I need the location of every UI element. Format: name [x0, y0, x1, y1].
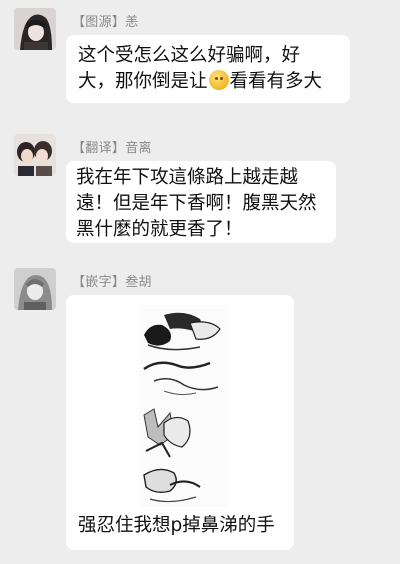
message-line: 黑什麼的就更香了！	[76, 219, 243, 240]
message-bubble[interactable]: 强忍住我想p掉鼻涕的手	[66, 295, 294, 550]
message-text: 看看有多大	[229, 71, 323, 92]
chat-window: 【图源】恙 这个受怎么这么好骗啊，好 大，那你倒是让 看看有多大 【翻译】音离 我…	[0, 0, 400, 564]
sticker-caption: 强忍住我想p掉鼻涕的手	[78, 515, 275, 536]
message-line-with-emoji: 大，那你倒是让 看看有多大	[78, 69, 338, 95]
sender-name: 【图源】恙	[72, 15, 139, 30]
manga-sticker-icon[interactable]	[140, 305, 228, 507]
sender-name: 【嵌字】叁胡	[72, 275, 152, 290]
sender-name: 【翻译】音离	[72, 141, 152, 156]
message-line: 我在年下攻這條路上越走越	[76, 167, 299, 188]
smiling-face-emoji-icon	[208, 70, 229, 90]
message-bubble[interactable]: 我在年下攻這條路上越走越 遠！但是年下香啊！腹黑天然 黑什麼的就更香了！	[66, 161, 336, 243]
message-text: 大，那你倒是让	[78, 71, 208, 92]
avatar-yang[interactable]	[14, 8, 56, 50]
message-bubble[interactable]: 这个受怎么这么好骗啊，好 大，那你倒是让 看看有多大	[66, 35, 350, 103]
message-line: 遠！但是年下香啊！腹黑天然	[76, 193, 317, 214]
avatar-yinli[interactable]	[14, 134, 56, 176]
avatar-sanhu[interactable]	[14, 268, 56, 310]
message-line: 这个受怎么这么好骗啊，好	[78, 45, 301, 66]
